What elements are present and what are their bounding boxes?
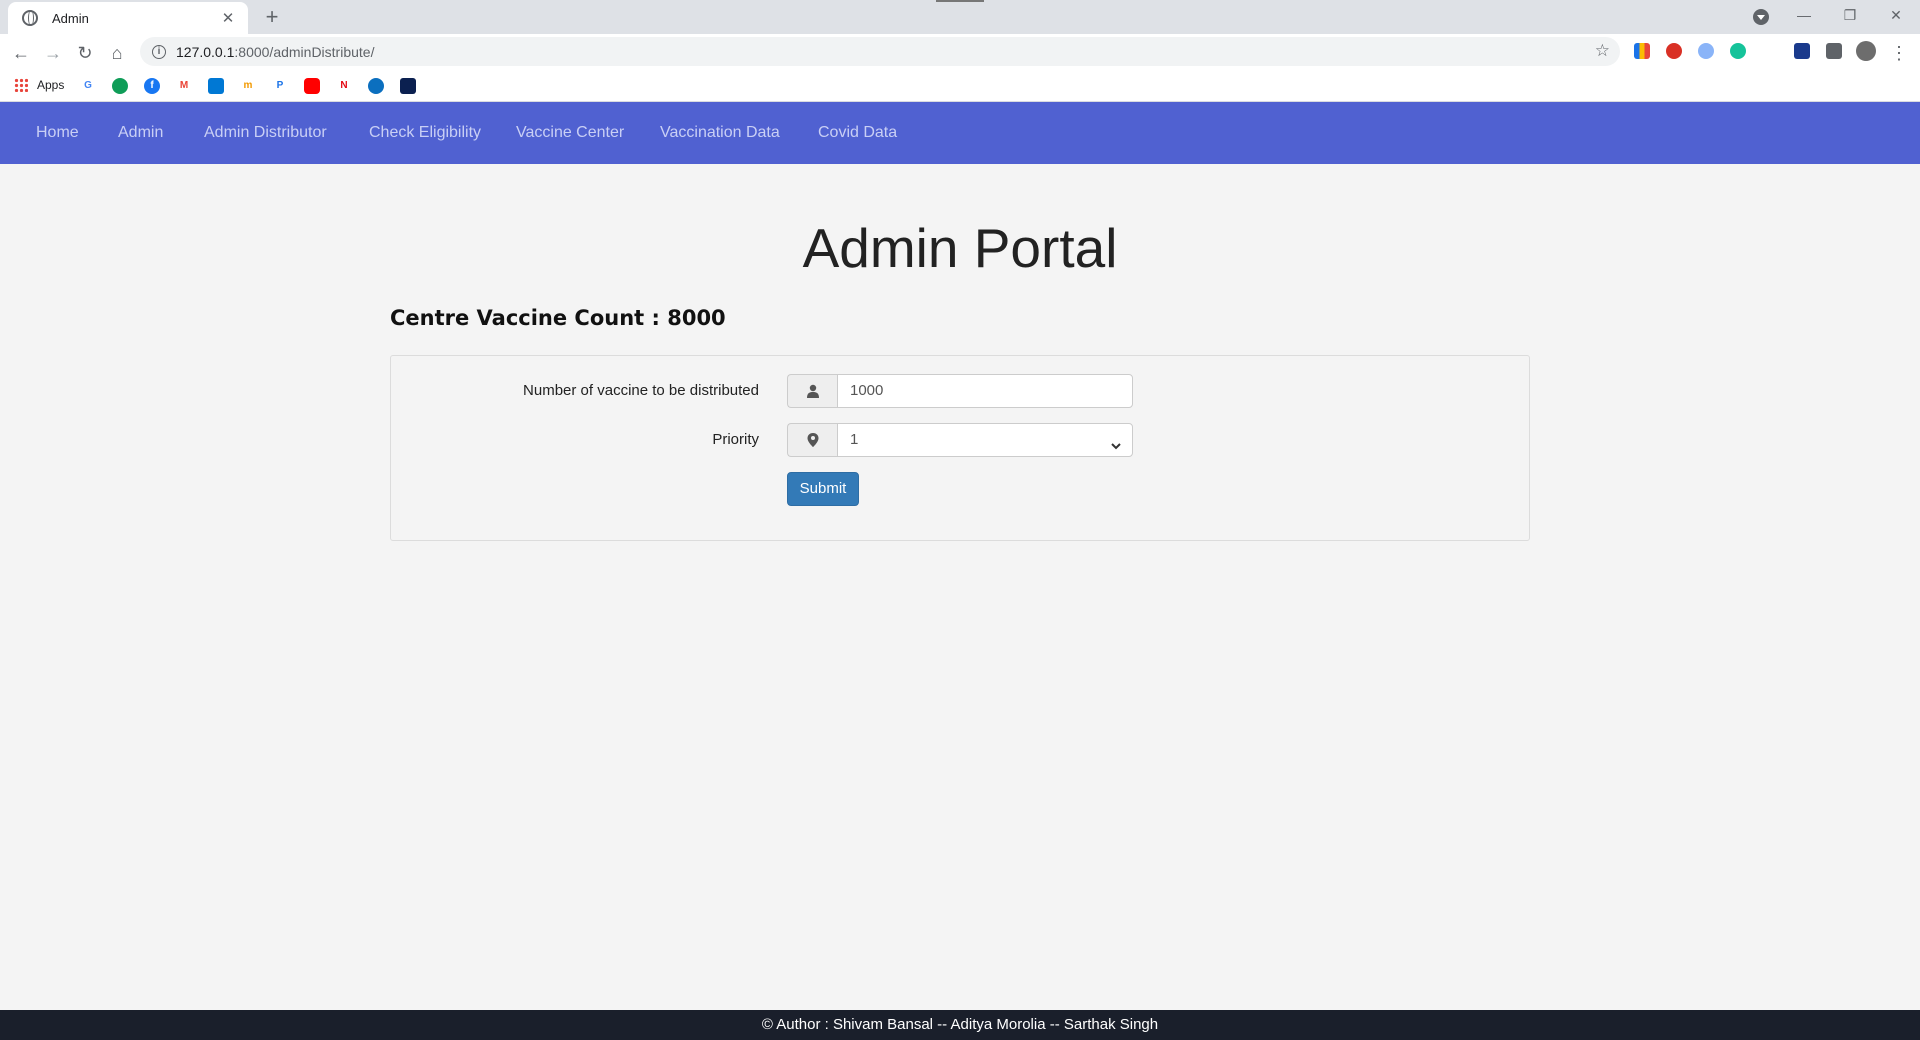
bookmark-icon[interactable]: P [272,78,288,94]
extension-icon[interactable] [1666,43,1682,59]
apps-grid-icon[interactable] [14,78,28,92]
browser-tab-admin[interactable]: Admin ✕ [8,2,248,34]
new-tab-button[interactable]: + [260,6,284,28]
netflix-icon[interactable]: N [336,78,352,94]
browser-toolbar: ← → ↻ ⌂ i 127.0.0.1:8000/adminDistribute… [0,34,1920,70]
extension-icon[interactable] [1762,43,1778,59]
browser-tab-bar: Admin ✕ + — ❐ ✕ [0,0,1920,34]
bookmark-icon[interactable] [400,78,416,94]
bookmark-star-icon[interactable]: ☆ [1595,41,1610,61]
nav-check-eligibility[interactable]: Check Eligibility [369,102,481,164]
gmail-icon[interactable]: M [176,78,192,94]
youtube-icon[interactable] [304,78,320,94]
nav-home[interactable]: Home [36,102,79,164]
bookmark-icon[interactable]: m [240,78,256,94]
footer-credits: © Author : Shivam Bansal -- Aditya Morol… [0,1010,1920,1040]
priority-input-group: 1 [787,423,1133,457]
close-window-button[interactable]: ✕ [1874,4,1918,26]
extension-icon[interactable] [1698,43,1714,59]
quantity-label: Number of vaccine to be distributed [523,382,759,399]
extension-icon[interactable] [1634,43,1650,59]
centre-vaccine-count: Centre Vaccine Count : 8000 [390,306,726,330]
nav-admin-distributor[interactable]: Admin Distributor [204,102,327,164]
chevron-down-icon [1110,431,1122,463]
map-marker-icon [787,423,837,457]
apps-bookmark[interactable]: Apps [37,78,64,92]
nav-admin[interactable]: Admin [118,102,163,164]
main-navbar: Home Admin Admin Distributor Check Eligi… [0,102,1920,164]
address-bar[interactable]: i 127.0.0.1:8000/adminDistribute/ ☆ [140,37,1620,66]
submit-button[interactable]: Submit [787,472,859,506]
puzzle-icon[interactable] [1826,43,1842,59]
priority-label: Priority [712,431,759,448]
grammarly-icon[interactable] [1730,43,1746,59]
minimize-button[interactable]: — [1782,4,1826,26]
page-title: Admin Portal [802,217,1118,279]
nav-vaccination-data[interactable]: Vaccination Data [660,102,780,164]
distribute-form: Number of vaccine to be distributed 1000… [390,355,1530,541]
bookmarks-bar: Apps G f M m P N [0,70,1920,102]
url-text[interactable]: 127.0.0.1:8000/adminDistribute/ [176,44,374,60]
bookmark-icon[interactable] [368,78,384,94]
extension-icon[interactable] [1794,43,1810,59]
quantity-input-group: 1000 [787,374,1133,408]
tab-title: Admin [52,10,89,26]
nav-vaccine-center[interactable]: Vaccine Center [516,102,624,164]
nav-covid-data[interactable]: Covid Data [818,102,897,164]
browser-menu-icon[interactable]: ⋮ [1886,40,1912,66]
priority-selected-value: 1 [850,431,859,448]
facebook-icon[interactable]: f [144,78,160,94]
avatar[interactable] [1856,41,1876,61]
reload-button[interactable]: ↻ [72,40,98,66]
info-icon[interactable]: i [152,44,166,59]
priority-select[interactable]: 1 [837,423,1133,457]
back-button[interactable]: ← [8,40,34,66]
outlook-icon[interactable] [208,78,224,94]
forward-button[interactable]: → [40,40,66,66]
restore-button[interactable]: ❐ [1828,4,1872,26]
tab-close-icon[interactable]: ✕ [218,9,238,27]
profile-dropdown-icon[interactable] [1753,9,1769,25]
user-icon [787,374,837,408]
quantity-input[interactable]: 1000 [837,374,1133,408]
globe-icon [22,10,38,26]
window-drag-indicator [936,0,984,2]
google-icon[interactable]: G [80,78,96,94]
home-button[interactable]: ⌂ [104,40,130,66]
bookmark-icon[interactable] [112,78,128,94]
